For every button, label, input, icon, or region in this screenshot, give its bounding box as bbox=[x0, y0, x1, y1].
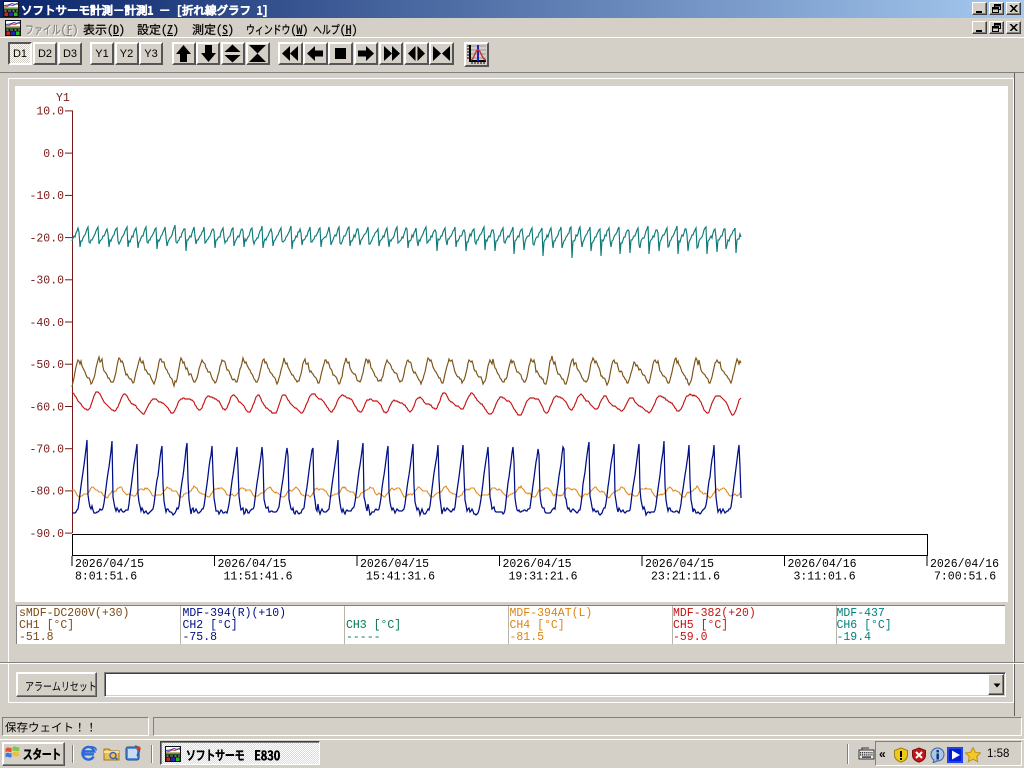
svg-text:2026/04/15: 2026/04/15 bbox=[75, 558, 144, 571]
svg-text:0.0: 0.0 bbox=[43, 148, 64, 161]
svg-text:2026/04/16: 2026/04/16 bbox=[930, 558, 999, 571]
svg-text:-40.0: -40.0 bbox=[29, 317, 64, 330]
svg-text:-10.0: -10.0 bbox=[29, 190, 64, 203]
svg-text:Y1: Y1 bbox=[56, 92, 70, 105]
svg-text:11:51:41.6: 11:51:41.6 bbox=[224, 571, 293, 584]
svg-text:2026/04/15: 2026/04/15 bbox=[218, 558, 287, 571]
svg-text:8:01:51.6: 8:01:51.6 bbox=[75, 571, 137, 584]
svg-text:-60.0: -60.0 bbox=[29, 401, 64, 414]
svg-text:-30.0: -30.0 bbox=[29, 275, 64, 288]
svg-text:-20.0: -20.0 bbox=[29, 232, 64, 245]
svg-text:7:00:51.6: 7:00:51.6 bbox=[934, 571, 996, 584]
svg-text:2026/04/15: 2026/04/15 bbox=[503, 558, 572, 571]
svg-text:2026/04/15: 2026/04/15 bbox=[645, 558, 714, 571]
svg-text:19:31:21.6: 19:31:21.6 bbox=[509, 571, 578, 584]
svg-text:3:11:01.6: 3:11:01.6 bbox=[794, 571, 856, 584]
svg-text:10.0: 10.0 bbox=[36, 106, 64, 119]
svg-text:-50.0: -50.0 bbox=[29, 359, 64, 372]
svg-text:2026/04/16: 2026/04/16 bbox=[788, 558, 857, 571]
svg-text:-70.0: -70.0 bbox=[29, 444, 64, 457]
svg-text:23:21:11.6: 23:21:11.6 bbox=[651, 571, 720, 584]
svg-text:2026/04/15: 2026/04/15 bbox=[360, 558, 429, 571]
svg-text:15:41:31.6: 15:41:31.6 bbox=[366, 571, 435, 584]
svg-text:-90.0: -90.0 bbox=[29, 528, 64, 541]
svg-text:-80.0: -80.0 bbox=[29, 486, 64, 499]
